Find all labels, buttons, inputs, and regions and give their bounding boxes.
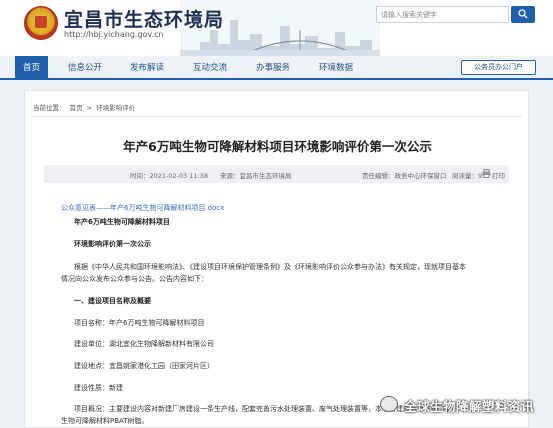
- staff-portal-button[interactable]: 公务员办公门户: [461, 60, 536, 75]
- main-nav: 首页 信息公开 发布解读 互动交流 办事服务 环境数据 公务员办公门户: [0, 56, 553, 80]
- search-icon: [518, 9, 528, 19]
- intro-line-1: 根据《中华人民共和国环境影响法》、《建设项目环境保护管理条例》及《环境影响评价公…: [74, 263, 466, 271]
- printer-icon[interactable]: [482, 169, 491, 178]
- publish-time: 时间：2021-02-03 11:38: [130, 172, 209, 180]
- project-name: 项目名称：年产6万吨生物可降解材料项目: [74, 319, 205, 327]
- nav-item-environment-data[interactable]: 环境数据: [319, 61, 353, 73]
- nav-item-release-interpretation[interactable]: 发布解读: [130, 61, 164, 73]
- article-panel: 当前位置： 首页 > 环境影响评价 年产6万吨生物可降解材料项目环境影响评价第一…: [24, 90, 529, 428]
- divider: [31, 116, 522, 117]
- site-title[interactable]: 宜昌市生态环境局: [64, 5, 224, 32]
- notice-heading: 环境影响评价第一次公示: [74, 240, 151, 248]
- site-url: http://hbj.yichang.gov.cn: [64, 30, 164, 39]
- nav-item-services[interactable]: 办事服务: [256, 61, 290, 73]
- nav-item-info-disclosure[interactable]: 信息公开: [68, 61, 102, 73]
- article-title: 年产6万吨生物可降解材料项目环境影响评价第一次公示: [123, 139, 432, 154]
- article-meta-bar: 时间：2021-02-03 11:38 来源：宜昌市生态环境局 责任编辑：政务中…: [44, 165, 509, 183]
- watermark-text: 全球生物降解塑料资讯: [404, 399, 535, 414]
- wechat-icon: [380, 396, 398, 412]
- builder-name: 建设单位：湖北宜化生物降解新材料有限公司: [74, 340, 214, 348]
- overview-line-2: 生物可降解材料PBAT树脂。: [61, 417, 149, 425]
- article-editor: 责任编辑：政务中心环保窗口: [362, 172, 447, 180]
- breadcrumb: 当前位置： 首页 > 环境影响评价: [33, 102, 137, 112]
- search-input[interactable]: 请输入搜索关键字: [376, 6, 509, 23]
- nav-item-interaction[interactable]: 互动交流: [193, 61, 227, 73]
- article-source: 来源：宜昌市生态环境局: [220, 172, 292, 180]
- nav-item-home[interactable]: 首页: [15, 56, 49, 78]
- wechat-watermark: 全球生物降解塑料资讯: [376, 394, 546, 414]
- print-link[interactable]: 打印: [492, 170, 505, 180]
- build-location: 建设地点：宜昌姚家港化工园（田家河片区）: [74, 362, 214, 370]
- breadcrumb-prefix: 当前位置：: [33, 104, 66, 112]
- government-emblem-logo[interactable]: [24, 6, 58, 40]
- section-heading-1: 一、建设项目名称及概要: [74, 297, 151, 305]
- breadcrumb-separator: >: [86, 104, 93, 112]
- build-nature: 建设性质：新建: [74, 384, 123, 392]
- attachment-link[interactable]: 公众意见表——年产6万吨生物可降解材料项目.docx: [61, 203, 224, 213]
- intro-line-2: 情况向公众发布公众参与公告。公告内容如下：: [61, 275, 208, 283]
- breadcrumb-section[interactable]: 环境影响评价: [96, 104, 135, 112]
- breadcrumb-home[interactable]: 首页: [70, 104, 83, 112]
- site-header: 宜昌市生态环境局 http://hbj.yichang.gov.cn 请输入搜索…: [0, 0, 553, 56]
- project-heading: 年产6万吨生物可降解材料项目: [74, 218, 170, 226]
- search-button[interactable]: [511, 6, 535, 23]
